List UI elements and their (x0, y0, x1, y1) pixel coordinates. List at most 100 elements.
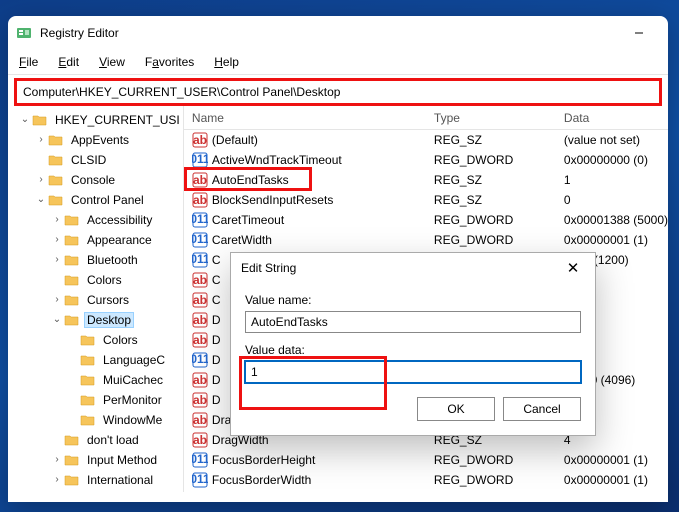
value-data-field[interactable] (245, 361, 581, 383)
chevron-right-icon[interactable]: › (50, 215, 64, 225)
folder-icon (48, 173, 64, 187)
minimize-button[interactable] (618, 19, 660, 47)
binary-value-icon: 011 (192, 352, 208, 368)
string-value-icon: ab (192, 292, 208, 308)
tree-node-hkcu[interactable]: ⌄ HKEY_CURRENT_USI (8, 110, 183, 130)
tree-node[interactable]: ›don't load (8, 430, 183, 450)
tree-node[interactable]: › Accessibility (8, 210, 183, 230)
string-value-icon: ab (192, 312, 208, 328)
tree-node[interactable]: ⌄Control Panel (8, 190, 183, 210)
dialog-titlebar: Edit String ✕ (231, 253, 595, 283)
value-data: 0x00001388 (5000) (564, 213, 668, 227)
menu-favorites[interactable]: Favorites (136, 52, 203, 72)
list-row[interactable]: 011CaretWidthREG_DWORD0x00000001 (1) (184, 230, 668, 250)
folder-icon (64, 433, 80, 447)
tree-node[interactable]: ›PerMonitor (8, 390, 183, 410)
folder-icon (64, 453, 80, 467)
list-row[interactable]: 011ActiveWndTrackTimeoutREG_DWORD0x00000… (184, 150, 668, 170)
svg-text:011: 011 (192, 232, 208, 246)
tree-node[interactable]: ›Input Method (8, 450, 183, 470)
tree-node[interactable]: ›Cursors (8, 290, 183, 310)
binary-value-icon: 011 (192, 252, 208, 268)
svg-text:011: 011 (192, 252, 208, 266)
tree-node[interactable]: ›WindowMe (8, 410, 183, 430)
value-name: (Default) (212, 133, 258, 147)
value-type: REG_DWORD (434, 453, 564, 467)
cancel-button[interactable]: Cancel (503, 397, 581, 421)
chevron-down-icon[interactable]: ⌄ (50, 315, 64, 325)
value-name: FocusBorderWidth (212, 473, 311, 487)
chevron-right-icon[interactable]: › (50, 235, 64, 245)
value-name-field[interactable] (245, 311, 581, 333)
tree-view[interactable]: ⌄ HKEY_CURRENT_USI ›AppEvents ›CLSID ›Co… (8, 106, 184, 492)
value-type: REG_SZ (434, 173, 564, 187)
svg-text:011: 011 (192, 472, 208, 486)
value-data: (value not set) (564, 133, 668, 147)
column-type[interactable]: Type (434, 111, 564, 125)
chevron-down-icon[interactable]: ⌄ (18, 115, 32, 125)
chevron-right-icon[interactable]: › (50, 295, 64, 305)
list-row[interactable]: 011FocusBorderHeightREG_DWORD0x00000001 … (184, 450, 668, 470)
svg-text:011: 011 (192, 212, 208, 226)
tree-label: Accessibility (84, 212, 155, 228)
chevron-right-icon[interactable]: › (34, 135, 48, 145)
svg-text:ab: ab (193, 413, 207, 427)
tree-node[interactable]: ›MuiCachec (8, 370, 183, 390)
tree-node[interactable]: ›Keyboard (8, 490, 183, 492)
ok-button[interactable]: OK (417, 397, 495, 421)
list-row[interactable]: ab AutoEndTasks REG_SZ1 (184, 170, 668, 190)
menu-file[interactable]: File (10, 52, 47, 72)
value-name: C (212, 253, 221, 267)
address-bar[interactable]: Computer\HKEY_CURRENT_USER\Control Panel… (14, 78, 662, 106)
tree-node[interactable]: ›LanguageC (8, 350, 183, 370)
folder-icon (64, 473, 80, 487)
tree-node[interactable]: ›International (8, 470, 183, 490)
tree-node[interactable]: ›CLSID (8, 150, 183, 170)
chevron-right-icon[interactable]: › (34, 175, 48, 185)
menubar: File Edit View Favorites Help (8, 50, 668, 75)
tree-label: WindowMe (100, 412, 165, 428)
chevron-down-icon[interactable]: ⌄ (34, 195, 48, 205)
string-value-icon: ab (192, 332, 208, 348)
chevron-right-icon[interactable]: › (50, 455, 64, 465)
svg-text:ab: ab (193, 313, 207, 327)
tree-node[interactable]: ›Bluetooth (8, 250, 183, 270)
column-data[interactable]: Data (564, 111, 668, 125)
list-row[interactable]: abBlockSendInputResetsREG_SZ0 (184, 190, 668, 210)
string-value-icon: ab (192, 392, 208, 408)
svg-text:ab: ab (193, 173, 207, 187)
value-data: 0 (564, 193, 668, 207)
value-name: AutoEndTasks (212, 173, 289, 187)
list-row[interactable]: ab(Default)REG_SZ(value not set) (184, 130, 668, 150)
folder-icon (80, 413, 96, 427)
value-data: 1 (564, 173, 668, 187)
tree-node[interactable]: ›Colors (8, 270, 183, 290)
chevron-right-icon[interactable]: › (50, 255, 64, 265)
list-row[interactable]: 011CaretTimeoutREG_DWORD0x00001388 (5000… (184, 210, 668, 230)
folder-icon (80, 393, 96, 407)
close-icon[interactable]: ✕ (561, 256, 585, 280)
tree-node[interactable]: ›Console (8, 170, 183, 190)
tree-node[interactable]: ›AppEvents (8, 130, 183, 150)
dialog-title: Edit String (241, 261, 561, 275)
folder-icon (48, 193, 64, 207)
menu-view[interactable]: View (90, 52, 134, 72)
list-header: Name Type Data (184, 106, 668, 130)
value-type: REG_DWORD (434, 213, 564, 227)
column-name[interactable]: Name (184, 111, 434, 125)
tree-node[interactable]: › Appearance (8, 230, 183, 250)
menu-edit[interactable]: Edit (49, 52, 88, 72)
list-row[interactable]: 011FocusBorderWidthREG_DWORD0x00000001 (… (184, 470, 668, 490)
svg-text:011: 011 (192, 152, 208, 166)
folder-icon (64, 293, 80, 307)
menu-help[interactable]: Help (205, 52, 248, 72)
binary-value-icon: 011 (192, 452, 208, 468)
string-value-icon: ab (192, 432, 208, 448)
tree-label: Appearance (84, 232, 155, 248)
tree-node-desktop[interactable]: ⌄Desktop (8, 310, 183, 330)
folder-icon (80, 353, 96, 367)
folder-icon (48, 153, 64, 167)
chevron-right-icon[interactable]: › (50, 475, 64, 485)
tree-node[interactable]: ›Colors (8, 330, 183, 350)
tree-label: PerMonitor (100, 392, 165, 408)
